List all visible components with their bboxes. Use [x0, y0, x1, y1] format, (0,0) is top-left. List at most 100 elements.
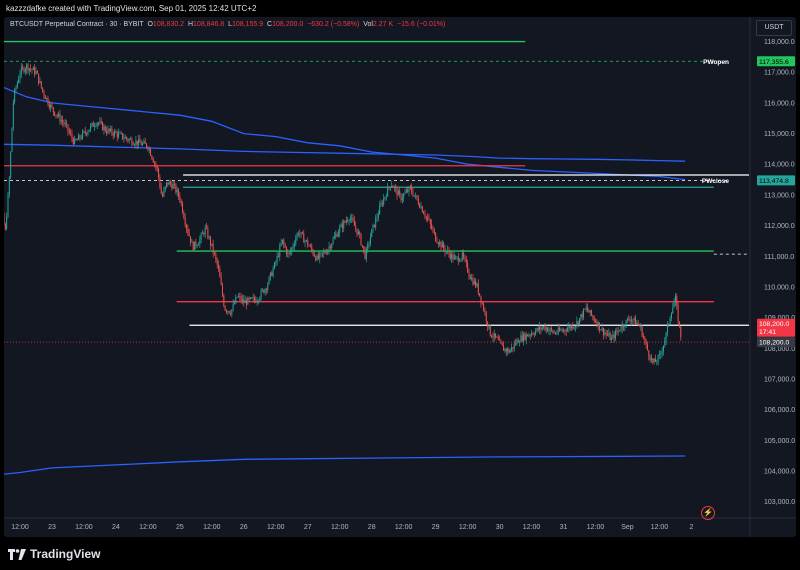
candle-body: [624, 326, 626, 328]
candle-body: [67, 124, 69, 131]
candle-body: [75, 138, 77, 140]
candle-body: [135, 140, 137, 145]
candle-body: [557, 327, 559, 333]
candle-body: [427, 216, 429, 219]
candle-body: [669, 318, 671, 324]
candle-body: [444, 248, 446, 253]
candle-body: [188, 232, 190, 237]
candle-body: [652, 358, 654, 363]
candle-body: [323, 251, 325, 254]
candle-body: [381, 203, 383, 205]
candle-body: [207, 228, 209, 238]
legend-open: 108,830.2: [152, 21, 185, 28]
candle-body: [369, 237, 371, 244]
candle-body: [333, 236, 335, 239]
candle-body: [348, 220, 350, 222]
candle-body: [545, 327, 547, 330]
candle-body: [343, 221, 345, 229]
candle-body: [311, 246, 313, 251]
candle-body: [351, 217, 353, 219]
candle-body: [166, 182, 168, 187]
candle-body: [515, 343, 517, 345]
candle-body: [158, 168, 160, 178]
candle-body: [453, 256, 455, 260]
candle-body: [47, 97, 49, 105]
candle-body: [203, 233, 205, 235]
chart-canvas[interactable]: PWopen PWclose 118,000.0 117,000.0 116,000.0…: [4, 17, 796, 537]
candle-body: [609, 333, 611, 341]
candle-body: [244, 300, 246, 304]
snapshot-header: kazzzdafke created with TradingView.com,…: [0, 0, 800, 17]
candle-body: [28, 68, 30, 71]
candle-body: [583, 309, 585, 318]
candle-body: [484, 310, 486, 313]
candle-body: [160, 186, 162, 194]
chart-panel[interactable]: PWopen PWclose 118,000.0 117,000.0 116,000.0…: [4, 17, 796, 537]
candle-body: [192, 241, 194, 251]
candle-body: [40, 81, 42, 88]
candle-body: [236, 296, 238, 298]
candle-body: [341, 224, 343, 229]
legend-volume-change: −15.6 (−0.01%): [397, 21, 446, 28]
candle-body: [391, 185, 393, 187]
candle-body: [513, 343, 515, 349]
candle-body: [10, 151, 12, 178]
candle-body: [443, 243, 445, 249]
candle-body: [257, 300, 259, 302]
candle-body: [457, 256, 459, 262]
candle-body: [521, 335, 523, 341]
candle-body: [339, 226, 341, 233]
candle-body: [471, 278, 473, 280]
candle-body: [170, 182, 172, 185]
candle-body: [359, 231, 361, 235]
candle-body: [387, 186, 389, 197]
candle-body: [265, 289, 267, 290]
candle-body: [331, 243, 333, 248]
candle-body: [111, 128, 113, 134]
candle-body: [320, 252, 322, 254]
candle-body: [552, 330, 554, 333]
candle-body: [112, 133, 114, 136]
candle-body: [353, 221, 355, 227]
candle-body: [616, 331, 618, 333]
candle-body: [116, 132, 118, 137]
candle-body: [225, 310, 227, 312]
candle-body: [532, 333, 534, 335]
candle-body: [447, 250, 449, 252]
candle-body: [144, 141, 146, 144]
candle-body: [435, 232, 437, 241]
y-tick-label: 118,000.0: [764, 39, 795, 46]
candle-body: [46, 97, 48, 99]
candle-body: [171, 184, 173, 189]
candle-body: [200, 233, 202, 239]
candle-body: [576, 321, 578, 327]
lightning-icon[interactable]: ⚡: [701, 506, 715, 520]
candle-body: [277, 255, 279, 257]
legend-symbol[interactable]: BTCUSDT Perpetual Contract · 30 · BYBIT: [10, 21, 144, 28]
chart-legend: BTCUSDT Perpetual Contract · 30 · BYBIT …: [10, 21, 445, 28]
candle-body: [528, 335, 530, 337]
candle-body: [99, 121, 101, 124]
candle-body: [130, 139, 132, 140]
candle-body: [114, 131, 116, 136]
candle-body: [677, 305, 679, 323]
candle-body: [139, 139, 141, 143]
candle-body: [531, 333, 533, 336]
candle-body: [555, 332, 557, 334]
candle-body: [162, 193, 164, 197]
candle-body: [321, 252, 323, 254]
candle-body: [86, 132, 88, 135]
candle-body: [623, 324, 625, 328]
candle-body: [630, 319, 632, 321]
candle-body: [107, 128, 109, 134]
candle-body: [249, 297, 251, 299]
candle-body: [673, 302, 675, 308]
candle-body: [392, 185, 394, 188]
candle-body: [58, 114, 60, 116]
currency-button[interactable]: USDT: [756, 20, 792, 36]
candle-body: [499, 339, 501, 341]
candle-body: [206, 227, 208, 229]
candle-body: [596, 322, 598, 327]
candle-body: [243, 299, 245, 304]
candle-body: [497, 337, 499, 340]
